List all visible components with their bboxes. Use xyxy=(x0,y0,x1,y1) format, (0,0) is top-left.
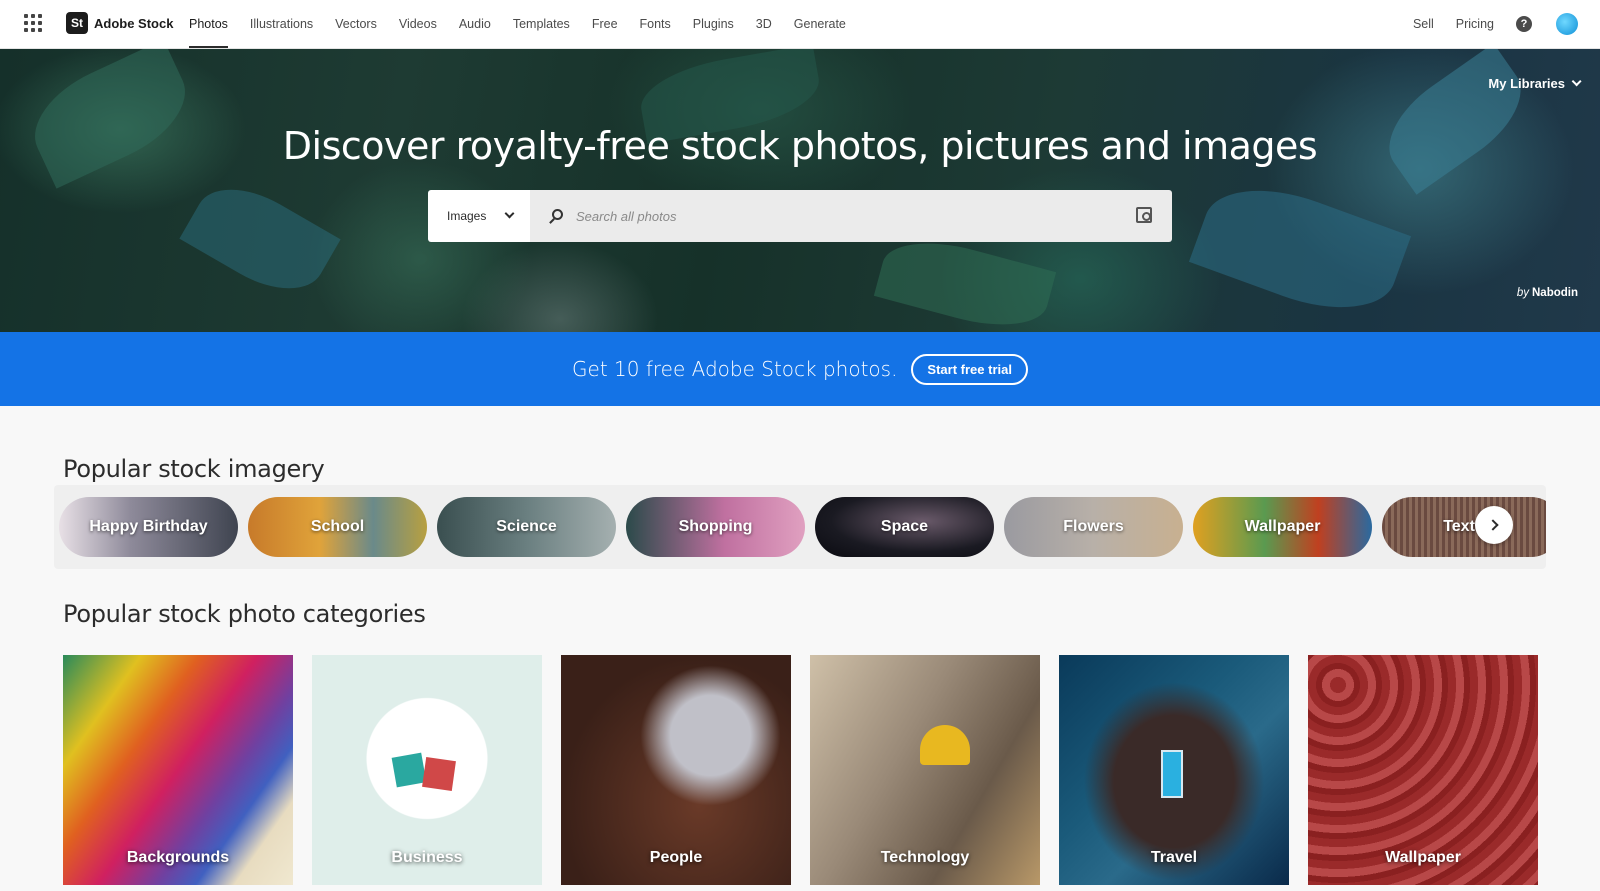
adobe-stock-logo: St xyxy=(66,12,88,34)
credit-author[interactable]: Nabodin xyxy=(1532,287,1578,299)
search-input[interactable] xyxy=(576,190,1136,242)
search-bar: Images xyxy=(428,190,1172,242)
nav-link-generate[interactable]: Generate xyxy=(794,0,846,48)
search-field xyxy=(530,190,1172,242)
chevron-right-icon xyxy=(1486,519,1499,531)
popular-categories-title: Popular stock photo categories xyxy=(63,600,426,628)
puzzle-piece-image xyxy=(391,752,427,788)
hero-leaf-decoration xyxy=(1370,49,1540,195)
photo-credit: by Nabodin xyxy=(1517,287,1578,299)
hero-title: Discover royalty-free stock photos, pict… xyxy=(282,124,1318,168)
nav-link-vectors[interactable]: Vectors xyxy=(335,0,377,48)
search-type-dropdown[interactable]: Images xyxy=(428,190,530,242)
pill-wallpaper[interactable]: Wallpaper xyxy=(1193,497,1372,557)
nav-link-fonts[interactable]: Fonts xyxy=(640,0,671,48)
promo-text: Get 10 free Adobe Stock photos. xyxy=(572,357,898,381)
nav-link-audio[interactable]: Audio xyxy=(459,0,491,48)
visual-search-icon[interactable] xyxy=(1136,207,1152,223)
category-card-people[interactable]: People xyxy=(561,655,791,885)
search-icon xyxy=(552,209,563,220)
hero-leaf-decoration xyxy=(179,169,341,309)
hero-leaf-decoration xyxy=(1188,167,1412,331)
category-card-technology[interactable]: Technology xyxy=(810,655,1040,885)
credit-by: by xyxy=(1516,287,1529,299)
category-card-travel[interactable]: Travel xyxy=(1059,655,1289,885)
pill-texture[interactable]: Texture xyxy=(1382,497,1546,557)
nav-link-3d[interactable]: 3D xyxy=(756,0,772,48)
category-label: People xyxy=(649,849,703,866)
pool-image xyxy=(1161,750,1183,798)
popular-imagery-carousel: Happy Birthday School Science Shopping S… xyxy=(54,485,1546,569)
hero-banner: Discover royalty-free stock photos, pict… xyxy=(0,49,1600,332)
category-card-backgrounds[interactable]: Backgrounds xyxy=(63,655,293,885)
category-cards: Backgrounds Business People Technology T… xyxy=(63,655,1557,885)
nav-right: Sell Pricing ? xyxy=(1413,0,1578,48)
chevron-down-icon xyxy=(1571,76,1582,87)
search-type-selected: Images xyxy=(447,209,487,223)
brand[interactable]: St Adobe Stock xyxy=(66,12,173,34)
nav-link-photos[interactable]: Photos xyxy=(189,0,228,48)
pill-science[interactable]: Science xyxy=(437,497,616,557)
help-icon[interactable]: ? xyxy=(1516,16,1532,32)
nav-link-sell[interactable]: Sell xyxy=(1413,0,1434,48)
nav-link-videos[interactable]: Videos xyxy=(399,0,437,48)
hero-leaf-decoration xyxy=(873,228,1057,332)
category-label: Technology xyxy=(880,849,970,866)
hard-hat-image xyxy=(920,725,970,765)
nav-link-templates[interactable]: Templates xyxy=(513,0,570,48)
apps-grid-icon[interactable] xyxy=(24,14,42,32)
category-label: Wallpaper xyxy=(1385,849,1461,866)
category-card-wallpaper[interactable]: Wallpaper xyxy=(1308,655,1538,885)
category-label: Business xyxy=(391,849,463,866)
category-card-business[interactable]: Business xyxy=(312,655,542,885)
chevron-down-icon xyxy=(504,208,515,219)
start-free-trial-button[interactable]: Start free trial xyxy=(911,353,1028,385)
my-libraries-label: My Libraries xyxy=(1488,76,1565,91)
category-label: Backgrounds xyxy=(126,849,230,866)
popular-imagery-title: Popular stock imagery xyxy=(63,455,325,483)
pill-school[interactable]: School xyxy=(248,497,427,557)
promo-banner: Get 10 free Adobe Stock photos. Start fr… xyxy=(0,332,1600,406)
nav-link-illustrations[interactable]: Illustrations xyxy=(250,0,313,48)
carousel-next-button[interactable] xyxy=(1475,506,1513,544)
category-label: Travel xyxy=(1150,849,1198,866)
top-navigation: St Adobe Stock Photos Illustrations Vect… xyxy=(0,0,1600,49)
pill-flowers[interactable]: Flowers xyxy=(1004,497,1183,557)
avatar[interactable] xyxy=(1556,13,1578,35)
pill-happy-birthday[interactable]: Happy Birthday xyxy=(59,497,238,557)
nav-link-plugins[interactable]: Plugins xyxy=(693,0,734,48)
pill-space[interactable]: Space xyxy=(815,497,994,557)
pill-shopping[interactable]: Shopping xyxy=(626,497,805,557)
puzzle-piece-image xyxy=(422,757,456,791)
brand-name: Adobe Stock xyxy=(94,15,174,31)
nav-link-pricing[interactable]: Pricing xyxy=(1456,0,1494,48)
nav-links: Photos Illustrations Vectors Videos Audi… xyxy=(189,0,868,48)
my-libraries-button[interactable]: My Libraries xyxy=(1488,76,1582,91)
nav-link-free[interactable]: Free xyxy=(592,0,618,48)
